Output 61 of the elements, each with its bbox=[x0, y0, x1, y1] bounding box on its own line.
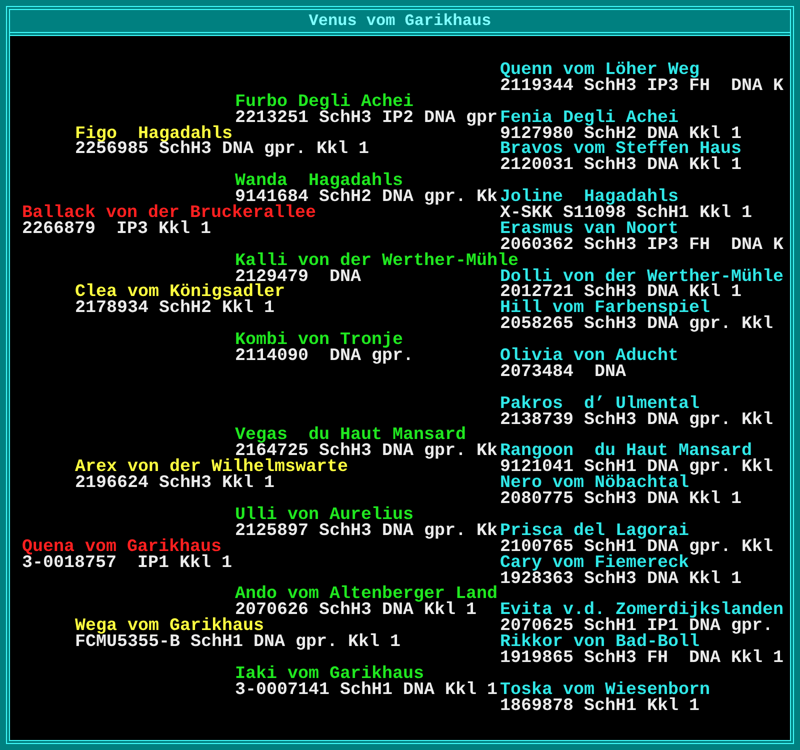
dog-name: Prisca del Lagorai bbox=[500, 522, 690, 539]
dog-name: Fenia Degli Achei bbox=[500, 110, 679, 126]
dog-name: Cary vom Fiemereck bbox=[500, 554, 690, 570]
dog-name: Hill vom Farbenspiel bbox=[500, 300, 710, 316]
dog-name: Rikkor von Bad-Boll bbox=[500, 634, 700, 650]
registration-info: 2256985 SchH3 DNA gpr. Kkl 1 bbox=[75, 141, 370, 158]
dog-name: Ballack von der Bruckerallee bbox=[22, 205, 316, 221]
dog-name: Wega vom Garikhaus bbox=[75, 618, 264, 634]
registration-info: 2125897 SchH3 DNA gpr. Kk bbox=[235, 522, 498, 539]
registration-info: 2178934 SchH2 Kkl 1 bbox=[75, 300, 275, 316]
registration-info: 2213251 SchH3 IP2 DNA gpr bbox=[235, 110, 498, 126]
dog-name: Joline Hagadahls bbox=[500, 189, 679, 206]
dog-name: Dolli von der Werther-Mühle bbox=[500, 268, 784, 284]
registration-info: 9141684 SchH2 DNA gpr. Kk bbox=[235, 189, 498, 206]
dog-name: Clea vom Königsadler bbox=[75, 284, 286, 300]
registration-info: 3-0007141 SchH1 DNA Kkl 1 bbox=[235, 682, 498, 698]
registration-info: 2164725 SchH3 DNA gpr. Kk bbox=[235, 443, 498, 460]
dog-name: Bravos vom Steffen Haus bbox=[500, 141, 742, 158]
registration-info: 2119344 SchH3 IP3 FH DNA K bbox=[500, 78, 784, 94]
registration-info: 2070625 SchH1 IP1 DNA gpr. bbox=[500, 618, 774, 634]
registration-info: 2114090 DNA gpr. bbox=[235, 348, 414, 364]
dog-name: Rangoon du Haut Mansard bbox=[500, 443, 752, 460]
dog-name: Nero vom Nöbachtal bbox=[500, 475, 690, 492]
dog-name: Evita v.d. Zomerdijkslanden bbox=[500, 602, 784, 618]
registration-info: 2060362 SchH3 IP3 FH DNA K bbox=[500, 236, 784, 253]
dog-name: Erasmus van Noort bbox=[500, 220, 679, 237]
registration-info: 9121041 SchH1 DNA gpr. Kkl bbox=[500, 459, 774, 476]
registration-info: 1869878 SchH1 Kkl 1 bbox=[500, 698, 700, 714]
registration-info: 1919865 SchH3 FH DNA Kkl 1 bbox=[500, 650, 784, 666]
registration-info: 2196624 SchH3 Kkl 1 bbox=[75, 475, 275, 492]
registration-info: 1928363 SchH3 DNA Kkl 1 bbox=[500, 570, 742, 586]
registration-info: 2120031 SchH3 DNA Kkl 1 bbox=[500, 157, 742, 174]
registration-info: X-SKK S11098 SchH1 Kkl 1 bbox=[500, 205, 752, 221]
dog-name: Vegas du Haut Mansard bbox=[235, 427, 466, 444]
registration-info: FCMU5355-B SchH1 DNA gpr. Kkl 1 bbox=[75, 634, 401, 650]
registration-info: 2129479 DNA bbox=[235, 268, 362, 284]
dog-name: Olivia von Aducht bbox=[500, 348, 679, 364]
registration-info: 2100765 SchH1 DNA gpr. Kkl bbox=[500, 538, 774, 555]
dog-name: Kombi von Tronje bbox=[235, 332, 404, 348]
dog-name: Ulli von Aurelius bbox=[235, 506, 414, 523]
registration-info: 2080775 SchH3 DNA Kkl 1 bbox=[500, 491, 742, 507]
dog-name: Iaki vom Garikhaus bbox=[235, 666, 424, 682]
window-title: Venus vom Garikhaus bbox=[308, 12, 492, 30]
dog-name: Furbo Degli Achei bbox=[235, 94, 414, 110]
registration-info: 2070626 SchH3 DNA Kkl 1 bbox=[235, 602, 477, 618]
dog-name: Quena vom Garikhaus bbox=[22, 538, 222, 555]
registration-info: 2266879 IP3 Kkl 1 bbox=[22, 220, 212, 237]
dog-name: Quenn vom Löher Weg bbox=[500, 62, 700, 78]
dog-name: Wanda Hagadahls bbox=[235, 173, 404, 190]
registration-info: 9127980 SchH2 DNA Kkl 1 bbox=[500, 126, 742, 142]
dog-name: Ando vom Altenberger Land bbox=[235, 586, 498, 602]
registration-info: 2012721 SchH3 DNA Kkl 1 bbox=[500, 284, 742, 300]
registration-info: 2138739 SchH3 DNA gpr. Kkl bbox=[500, 412, 774, 428]
dog-name: Figo Hagadahls bbox=[75, 126, 233, 142]
registration-info: 2073484 DNA bbox=[500, 364, 626, 380]
dog-name: Pakros d’ Ulmental bbox=[500, 396, 700, 412]
dog-name: Arex von der Wilhelmswarte bbox=[75, 459, 348, 476]
dog-name: Toska vom Wiesenborn bbox=[500, 682, 710, 698]
dog-name: Kalli von der Werther-Mühle bbox=[235, 252, 519, 269]
registration-info: 3-0018757 IP1 Kkl 1 bbox=[22, 554, 232, 570]
registration-info: 2058265 SchH3 DNA gpr. Kkl bbox=[500, 316, 774, 332]
